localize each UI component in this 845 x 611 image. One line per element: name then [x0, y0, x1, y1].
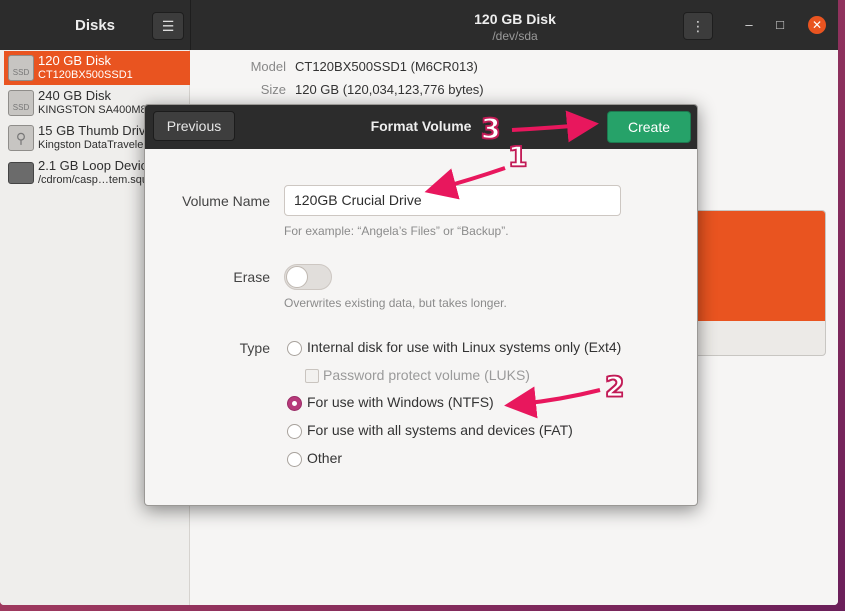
radio-button[interactable] — [287, 452, 302, 467]
checkbox — [305, 369, 319, 383]
password-protect-label: Password protect volume (LUKS) — [323, 367, 530, 383]
ssd-icon: SSD — [8, 55, 34, 81]
radio-button[interactable] — [287, 424, 302, 439]
radio-button-selected[interactable] — [287, 396, 302, 411]
hamburger-menu-button[interactable]: ☰ — [152, 12, 184, 40]
format-volume-dialog: Previous Format Volume Create Volume Nam… — [144, 104, 698, 506]
type-label: Type — [239, 340, 270, 356]
erase-toggle[interactable] — [284, 264, 332, 290]
toggle-knob — [286, 266, 308, 288]
close-button[interactable]: ✕ — [808, 16, 826, 34]
kebab-icon: ⋮ — [691, 18, 705, 34]
dialog-header: Previous Format Volume Create — [145, 105, 697, 149]
window-title: 120 GB Disk — [474, 11, 556, 27]
header-bar: Disks ☰ 120 GB Disk /dev/sda ⋮ – □ ✕ — [0, 0, 838, 50]
ssd-icon: SSD — [8, 90, 34, 116]
model-value: CT120BX500SSD1 (M6CR013) — [295, 59, 478, 74]
size-label: Size — [260, 82, 286, 97]
type-option-label: Other — [307, 450, 343, 466]
minimize-button[interactable]: – — [740, 16, 758, 34]
header-divider — [190, 0, 191, 50]
radio-button[interactable] — [287, 341, 302, 356]
maximize-button[interactable]: □ — [771, 16, 789, 34]
disks-window: Disks ☰ 120 GB Disk /dev/sda ⋮ – □ ✕ SSD… — [0, 0, 838, 605]
erase-hint: Overwrites existing data, but takes long… — [284, 296, 507, 310]
drive-model: CT120BX500SSD1 — [38, 69, 133, 81]
close-icon: ✕ — [811, 18, 823, 32]
model-label: Model — [250, 59, 286, 74]
type-option-label: For use with Windows (NTFS) — [307, 394, 494, 410]
drive-item-120gb[interactable]: SSD 120 GB Disk CT120BX500SSD1 — [4, 51, 190, 85]
annotation-step-3: 3 — [480, 111, 501, 146]
annotation-step-1: 1 — [507, 139, 528, 174]
annotation-step-2: 2 — [604, 369, 625, 404]
erase-label: Erase — [233, 269, 270, 285]
drive-name: 240 GB Disk — [38, 88, 111, 103]
volume-name-label: Volume Name — [182, 193, 270, 209]
drive-name: 120 GB Disk — [38, 53, 111, 68]
type-option-label: For use with all systems and devices (FA… — [307, 422, 573, 438]
drive-model: Kingston DataTraveler — [38, 139, 148, 151]
minimize-icon: – — [745, 17, 753, 32]
drive-model: KINGSTON SA400M8 — [38, 104, 147, 116]
previous-button[interactable]: Previous — [153, 111, 235, 141]
drive-name: 2.1 GB Loop Device — [38, 158, 155, 173]
type-option-label: Internal disk for use with Linux systems… — [307, 339, 622, 355]
volume-name-hint: For example: “Angela’s Files” or “Backup… — [284, 224, 509, 238]
window-subtitle: /dev/sda — [492, 29, 538, 43]
maximize-icon: □ — [776, 17, 784, 32]
disk-menu-button[interactable]: ⋮ — [683, 12, 713, 40]
hamburger-icon: ☰ — [161, 18, 175, 34]
loop-device-icon — [8, 162, 34, 184]
size-value: 120 GB (120,034,123,776 bytes) — [295, 82, 484, 97]
drive-name: 15 GB Thumb Drive — [38, 123, 153, 138]
create-button[interactable]: Create — [607, 111, 691, 143]
volume-name-input[interactable]: 120GB Crucial Drive — [284, 185, 621, 216]
usb-icon: ⚲ — [8, 125, 34, 151]
